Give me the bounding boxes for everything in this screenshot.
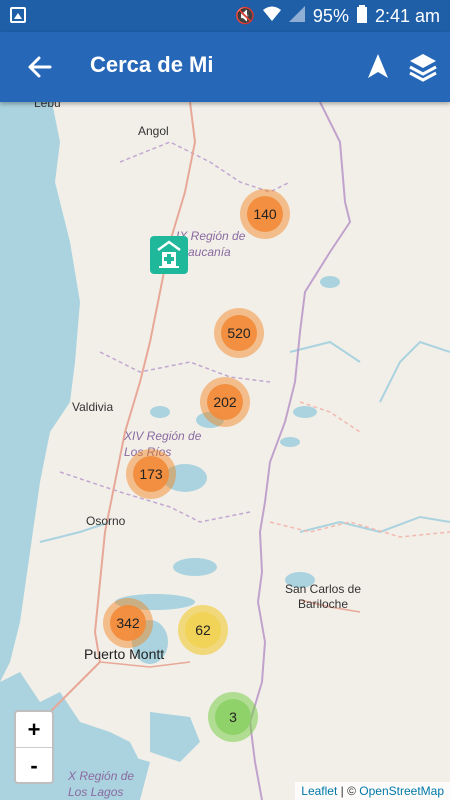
- mute-icon: 🔇: [235, 8, 255, 25]
- cluster-count: 520: [221, 315, 257, 351]
- page-title: Cerca de Mi: [90, 52, 214, 77]
- city-label: Osorno: [86, 514, 126, 528]
- marker-cluster[interactable]: 140: [240, 189, 290, 239]
- city-label: Valdivia: [72, 400, 114, 414]
- map-view[interactable]: Lebu Angol Valdivia Osorno Puerto Montt …: [0, 102, 450, 800]
- marker-cluster[interactable]: 202: [200, 377, 250, 427]
- cluster-count: 202: [207, 384, 243, 420]
- battery-icon: [356, 4, 367, 28]
- battery-level: 95%: [312, 5, 349, 26]
- cluster-count: 342: [110, 605, 146, 641]
- hospital-marker[interactable]: [150, 236, 188, 274]
- layers-button[interactable]: [406, 50, 440, 84]
- leaflet-link[interactable]: Leaflet: [301, 784, 337, 798]
- status-indicators: 🔇 95% 2:41 am: [235, 4, 440, 28]
- back-button[interactable]: [22, 52, 56, 82]
- image-notification-icon: [10, 7, 26, 23]
- arrow-left-icon: [28, 56, 52, 78]
- status-bar: 🔇 95% 2:41 am: [0, 0, 450, 32]
- my-location-button[interactable]: [362, 50, 394, 82]
- zoom-out-button[interactable]: -: [16, 748, 52, 783]
- marker-cluster[interactable]: 173: [126, 449, 176, 499]
- app-bar: Cerca de Mi: [0, 32, 450, 102]
- signal-icon: [288, 5, 305, 27]
- cluster-count: 62: [185, 612, 221, 648]
- marker-cluster[interactable]: 62: [178, 605, 228, 655]
- marker-cluster[interactable]: 520: [214, 308, 264, 358]
- navigation-arrow-icon: [368, 54, 388, 78]
- cluster-count: 140: [247, 196, 283, 232]
- marker-cluster[interactable]: 342: [103, 598, 153, 648]
- region-label: X Región de Los Lagos: [68, 769, 135, 799]
- marker-cluster[interactable]: 3: [208, 692, 258, 742]
- city-label: San Carlos de Bariloche: [284, 582, 362, 611]
- cluster-count: 173: [133, 456, 169, 492]
- cluster-count: 3: [215, 699, 251, 735]
- layers-icon: [409, 54, 437, 82]
- city-label: Angol: [138, 124, 169, 138]
- hospital-icon: [157, 240, 181, 268]
- openstreetmap-link[interactable]: OpenStreetMap: [359, 784, 444, 798]
- map-attribution: Leaflet | © OpenStreetMap: [295, 782, 450, 800]
- attribution-separator: | ©: [337, 784, 360, 798]
- wifi-icon: [262, 6, 281, 27]
- zoom-control: + -: [14, 710, 54, 784]
- city-label: Lebu: [34, 102, 61, 110]
- clock: 2:41 am: [374, 5, 440, 26]
- zoom-in-button[interactable]: +: [16, 712, 52, 748]
- city-label: Puerto Montt: [84, 646, 165, 662]
